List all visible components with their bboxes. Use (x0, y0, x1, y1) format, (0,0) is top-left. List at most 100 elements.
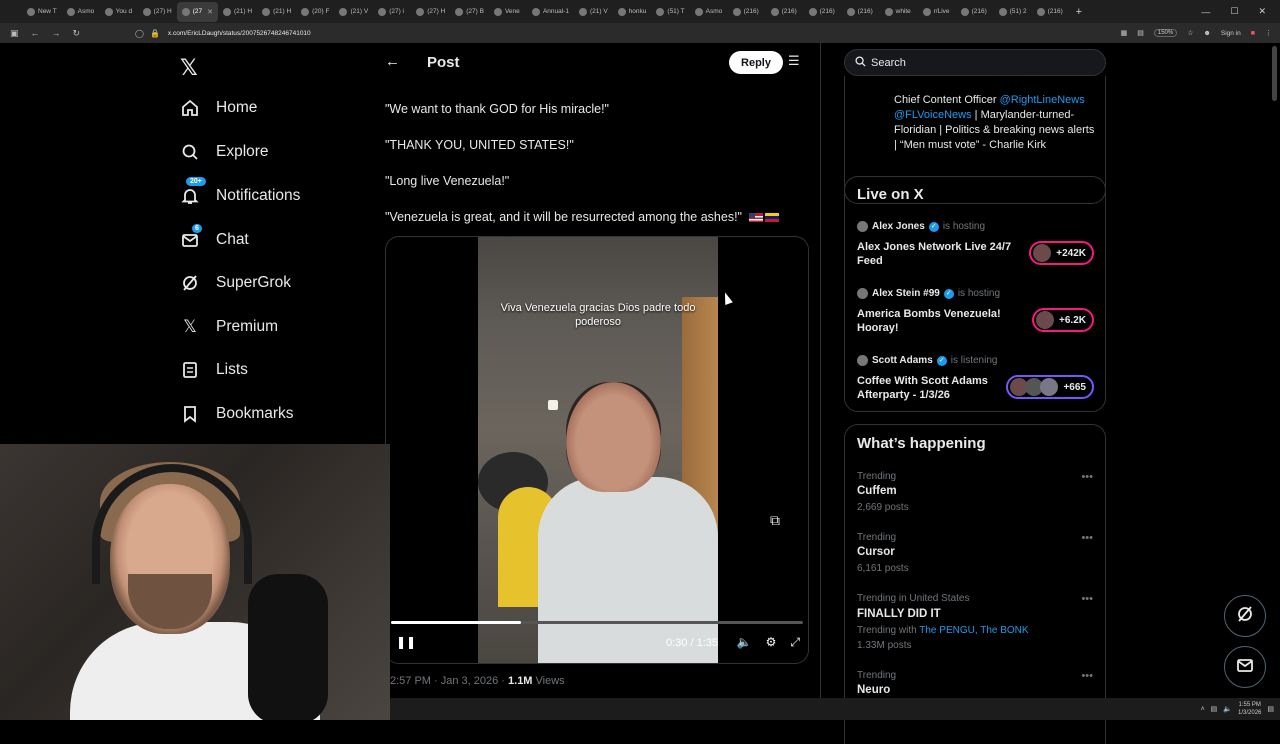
reply-button[interactable]: Reply (729, 51, 783, 74)
live-space-title[interactable]: Coffee With Scott Adams Afterparty - 1/3… (857, 374, 1017, 402)
browser-tab[interactable]: (216) (804, 2, 842, 22)
profile-icon[interactable]: ☻ (1204, 30, 1211, 37)
x-logo-icon[interactable]: 𝕏 (180, 55, 198, 81)
browser-tab[interactable]: (20) F (296, 2, 334, 22)
system-clock[interactable]: 1:55 PM 1/3/2026 (1238, 701, 1261, 717)
live-listeners-pill[interactable]: +6.2K (1032, 308, 1094, 332)
host-name[interactable]: Alex Jones (872, 221, 925, 232)
trend-name[interactable]: Cuffem (857, 485, 897, 497)
extension-icon[interactable]: ■ (1251, 30, 1255, 37)
back-arrow-icon[interactable]: ← (385, 53, 400, 70)
browser-tab[interactable]: Asmo (690, 2, 728, 22)
browser-tab[interactable]: Vene (489, 2, 527, 22)
notification-center-icon[interactable]: ▤ (1267, 705, 1274, 713)
browser-tab[interactable]: (216) (956, 2, 994, 22)
post-timestamp[interactable]: 2:57 PM · Jan 3, 2026 · (390, 675, 508, 687)
trend-with-links[interactable]: The PENGU, The BONK (919, 625, 1028, 636)
browser-tab[interactable]: (216) (728, 2, 766, 22)
url-field[interactable]: x.com/EricLDaugh/status/2007526748246741… (168, 30, 311, 37)
page-scrollbar[interactable] (1272, 46, 1277, 101)
screen-icon[interactable]: ▤ (1137, 29, 1144, 37)
video-progress-bar[interactable] (391, 621, 803, 624)
volume-icon[interactable]: 🔈 (737, 635, 752, 650)
messages-fab-button[interactable] (1224, 646, 1266, 688)
grok-fab-button[interactable] (1224, 595, 1266, 637)
browser-tab[interactable]: (27) H (411, 2, 450, 22)
sidebar-item-home[interactable]: Home (180, 93, 257, 123)
gear-icon[interactable]: ⚙ (766, 635, 777, 650)
sidebar-item-chat[interactable]: 6 Chat (180, 224, 249, 255)
browser-tab[interactable]: (27) H (138, 2, 177, 22)
more-options-icon[interactable]: ••• (1081, 593, 1093, 605)
live-space-title[interactable]: America Bombs Venezuela! Hooray! (857, 307, 1017, 335)
sidebar-item-bookmarks[interactable]: Bookmarks (180, 399, 294, 429)
sign-in-button[interactable]: Sign in (1221, 30, 1241, 37)
sidebar-item-supergrok[interactable]: SuperGrok (180, 268, 291, 298)
browser-tab[interactable]: (21) H (218, 2, 257, 22)
browser-tab[interactable]: (21) V (334, 2, 373, 22)
browser-tab[interactable]: honku (613, 2, 652, 22)
reload-icon[interactable]: ↻ (73, 28, 81, 39)
browser-tab[interactable]: New T (22, 2, 62, 22)
live-space-title[interactable]: Alex Jones Network Live 24/7 Feed (857, 240, 1017, 268)
browser-tab[interactable]: (27 ✕ (176, 1, 219, 22)
video-player[interactable]: Viva Venezuela gracias Dios padre todo p… (385, 236, 809, 664)
speaker-icon[interactable]: 🔈 (1223, 705, 1232, 713)
browser-tab[interactable]: white (880, 2, 918, 22)
browser-tab[interactable]: (51) T (651, 2, 689, 22)
bookmark-star-icon[interactable]: ☆ (1187, 29, 1193, 37)
bio-link[interactable]: @FLVoiceNews (894, 109, 972, 121)
browser-tab[interactable]: (21) V (574, 2, 613, 22)
more-options-icon[interactable]: ••• (1081, 532, 1093, 544)
bio-link[interactable]: @RightLineNews (1000, 94, 1085, 106)
search-input[interactable]: Search (844, 49, 1106, 76)
close-icon[interactable]: ✕ (1258, 6, 1266, 17)
chevron-up-icon[interactable]: ˄ (1201, 706, 1205, 713)
host-name[interactable]: Alex Stein #99 (872, 288, 940, 299)
browser-tab[interactable]: (27) i (373, 2, 411, 22)
browser-tab[interactable]: (216) (1032, 2, 1070, 22)
browser-tab[interactable]: (21) H (257, 2, 296, 22)
browser-tab[interactable]: (27) B (450, 2, 489, 22)
new-tab-icon[interactable]: + (1076, 6, 1082, 18)
trend-name[interactable]: Cursor (857, 546, 895, 558)
more-options-icon[interactable]: ••• (1081, 670, 1093, 682)
minimize-icon[interactable]: — (1201, 7, 1210, 17)
sidebar-item-lists[interactable]: Lists (180, 355, 248, 385)
browser-tab[interactable]: Annual-1 (527, 2, 574, 22)
tab-close-icon[interactable]: ✕ (207, 8, 213, 16)
network-icon[interactable]: ▤ (1211, 705, 1218, 713)
browser-tab[interactable]: r/Live (918, 2, 956, 22)
browser-tab[interactable]: You d (100, 2, 138, 22)
menu-icon[interactable]: ⋮ (1265, 29, 1272, 37)
sidebar-item-explore[interactable]: Explore (180, 137, 269, 167)
lock-icon[interactable]: 🔒 (150, 29, 160, 38)
translate-icon[interactable]: ▦ (1121, 29, 1128, 37)
fullscreen-icon[interactable]: ⤢ (790, 635, 800, 650)
pip-icon[interactable]: ⧉ (770, 512, 780, 529)
browser-tab[interactable]: (216) (766, 2, 804, 22)
live-listeners-pill[interactable]: +242K (1029, 241, 1094, 265)
avatar[interactable] (857, 221, 868, 232)
sidebar-item-premium[interactable]: 𝕏 Premium (180, 312, 278, 342)
trend-name[interactable]: FINALLY DID IT (857, 608, 941, 620)
browser-tab[interactable]: (51) 2 (994, 2, 1032, 22)
more-options-icon[interactable]: ••• (1081, 471, 1093, 483)
zoom-indicator[interactable]: 150% (1153, 29, 1178, 37)
pause-icon[interactable]: ❚❚ (396, 635, 416, 649)
tab-label: (27) B (466, 8, 484, 15)
shield-icon[interactable]: ◯ (135, 29, 144, 38)
avatar[interactable] (857, 288, 868, 299)
browser-tab[interactable]: (216) (842, 2, 880, 22)
forward-icon[interactable]: → (52, 28, 61, 39)
sidebar-toggle-icon[interactable]: ▣ (10, 28, 19, 39)
back-icon[interactable]: ← (31, 28, 40, 39)
maximize-icon[interactable]: ☐ (1230, 6, 1238, 17)
settings-sliders-icon[interactable]: ☰ (788, 53, 800, 69)
sidebar-item-notifications[interactable]: 20+ Notifications (180, 177, 300, 211)
avatar[interactable] (857, 355, 868, 366)
browser-tab[interactable]: Asmo (62, 2, 100, 22)
live-listeners-pill[interactable]: +665 (1006, 375, 1094, 399)
host-name[interactable]: Scott Adams (872, 355, 933, 366)
trend-name[interactable]: Neuro (857, 684, 890, 696)
